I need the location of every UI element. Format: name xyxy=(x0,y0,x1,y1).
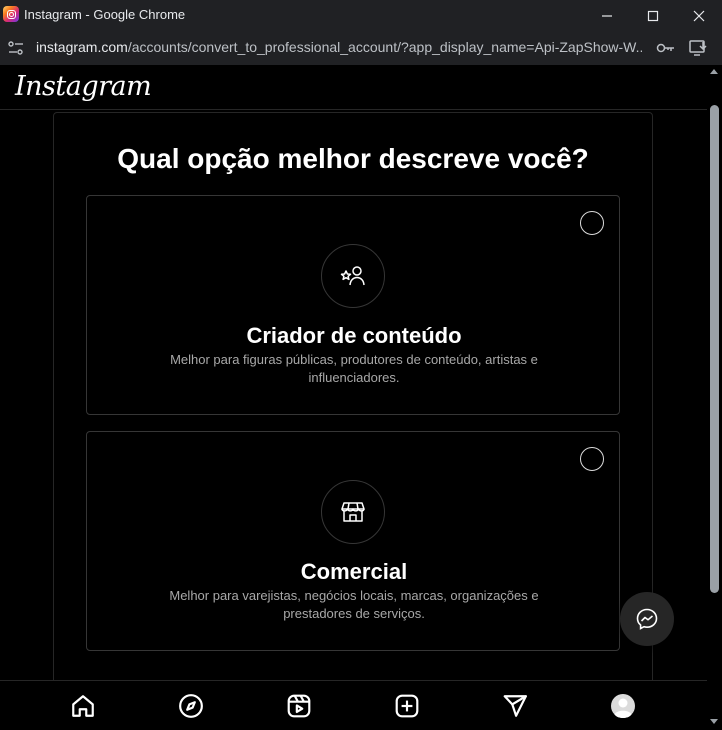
url-field[interactable]: instagram.com/accounts/convert_to_profes… xyxy=(36,39,642,55)
window-title: Instagram - Google Chrome xyxy=(24,7,186,22)
site-info-icon[interactable] xyxy=(7,40,25,56)
storefront-icon xyxy=(321,480,385,544)
instagram-favicon-icon xyxy=(3,6,19,22)
explore-icon[interactable] xyxy=(177,692,205,720)
install-app-icon[interactable] xyxy=(688,39,708,57)
creator-title: Criador de conteúdo xyxy=(246,323,462,348)
option-card-business[interactable]: Comercial Melhor para varejistas, negóci… xyxy=(86,431,620,651)
profile-avatar[interactable] xyxy=(609,692,637,720)
instagram-logo[interactable]: Instagram xyxy=(15,71,152,102)
reels-icon[interactable] xyxy=(285,692,313,720)
messenger-button[interactable] xyxy=(620,592,674,646)
business-description: Melhor para varejistas, negócios locais,… xyxy=(169,588,539,621)
direct-icon[interactable] xyxy=(501,692,529,720)
create-icon[interactable] xyxy=(393,692,421,720)
window-titlebar: Instagram - Google Chrome xyxy=(0,0,722,31)
page-title: Qual opção melhor descreve você? xyxy=(117,143,589,174)
scroll-down-arrow-icon[interactable] xyxy=(710,719,718,724)
url-host: instagram.com xyxy=(36,39,128,55)
page-content: Instagram Qual opção melhor descreve voc… xyxy=(0,65,707,730)
home-icon[interactable] xyxy=(69,692,97,720)
url-path: /accounts/convert_to_professional_accoun… xyxy=(127,39,642,55)
bottom-navigation xyxy=(0,680,707,730)
scroll-thumb[interactable] xyxy=(710,105,719,593)
business-radio[interactable] xyxy=(580,447,604,471)
scroll-up-arrow-icon[interactable] xyxy=(710,69,718,74)
messenger-icon xyxy=(636,608,658,630)
creator-description: Melhor para figuras públicas, produtores… xyxy=(170,352,538,385)
creator-radio[interactable] xyxy=(580,211,604,235)
creator-icon xyxy=(321,244,385,308)
instagram-header: Instagram xyxy=(0,65,707,110)
address-bar: instagram.com/accounts/convert_to_profes… xyxy=(0,31,722,65)
close-window-button[interactable] xyxy=(676,0,722,31)
page-scrollbar[interactable] xyxy=(707,65,722,730)
business-title: Comercial xyxy=(300,559,408,584)
password-key-icon[interactable] xyxy=(656,39,676,57)
maximize-button[interactable] xyxy=(630,0,676,31)
minimize-button[interactable] xyxy=(584,0,630,31)
option-card-creator[interactable]: Criador de conteúdo Melhor para figuras … xyxy=(86,195,620,415)
